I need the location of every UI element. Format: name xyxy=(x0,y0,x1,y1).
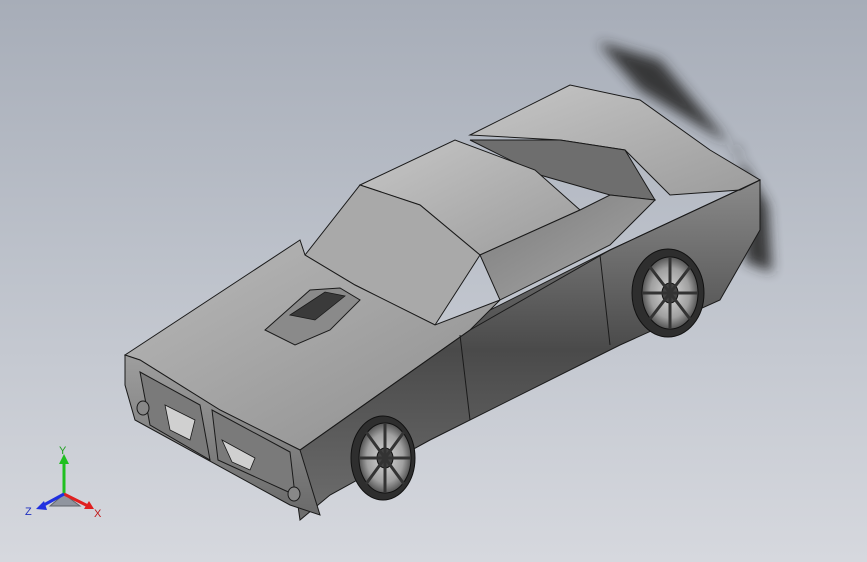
x-axis-label: X xyxy=(94,508,102,520)
car-headlight-right xyxy=(287,486,301,502)
car-headlight-left xyxy=(136,400,150,416)
z-axis-arrow-icon xyxy=(36,501,47,510)
graphics-viewport[interactable]: Y X Z xyxy=(0,0,867,562)
z-axis-label: Z xyxy=(25,506,32,518)
car-front-wheel xyxy=(350,415,416,501)
car-model[interactable] xyxy=(0,0,867,562)
y-axis-label: Y xyxy=(59,446,67,457)
car-rear-wheel xyxy=(631,248,705,338)
orientation-triad: Y X Z xyxy=(25,446,102,520)
